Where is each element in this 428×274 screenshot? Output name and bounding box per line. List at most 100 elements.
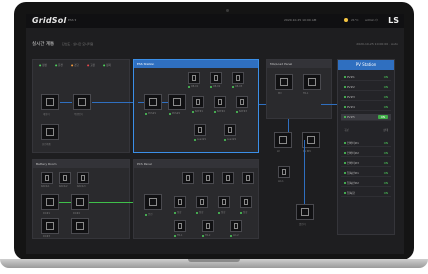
cb-icon[interactable] [232, 72, 244, 84]
dc-panel-icon[interactable] [41, 218, 59, 234]
generator-icon[interactable] [296, 204, 314, 220]
cb-icon[interactable] [188, 72, 200, 84]
pcs-panel[interactable]: PCS Panel 운전 정상 정상 정상 정상 TR-1 TR-2 AC-2 [133, 159, 259, 239]
cb-icon[interactable] [210, 72, 222, 84]
equipment-label: 정상 [240, 210, 247, 214]
mg-load-panel[interactable]: MG/Load Panel MV TR-1 [266, 59, 332, 119]
battery-room-panel[interactable]: Battery Room RACK-1 RACK-2 RACK-3 DC#1 D… [32, 159, 151, 239]
sun-icon [344, 18, 348, 22]
nav-menu[interactable]: ESS ▾ [68, 18, 76, 22]
connector-line [304, 140, 305, 204]
breaker-icon[interactable] [240, 196, 252, 208]
load-icon[interactable] [194, 124, 206, 136]
rack-icon[interactable] [77, 172, 89, 184]
equipment-label: 발전기 [299, 223, 306, 226]
pcs-icon[interactable] [168, 94, 186, 110]
connector-line [321, 104, 337, 105]
legend-item: ● 경고 [71, 64, 79, 67]
switch-icon[interactable] [242, 172, 254, 184]
switch-icon[interactable] [182, 172, 194, 184]
transformer-icon[interactable] [303, 74, 321, 90]
pv-row[interactable]: 접속반#1 ON [341, 170, 391, 177]
pv-row[interactable]: 인버터#2 ON [341, 150, 391, 157]
dc-panel-icon[interactable] [71, 218, 89, 234]
equipment-label: 정상 [174, 210, 181, 214]
app-screen: GridSol ESS ▾ 2020.10.25 10:00 AM 21°C a… [26, 14, 404, 254]
equipment-label: 운전 [145, 212, 152, 216]
equipment-label: BAT#2 [214, 110, 225, 113]
battery-icon[interactable] [192, 96, 204, 108]
equipment-label: CB-03 [232, 85, 242, 88]
panel-title: PCS Panel [137, 162, 152, 166]
pv-row[interactable]: 인버터#1 ON [341, 140, 391, 147]
pv-row[interactable]: 접속반#2 ON [341, 180, 391, 187]
connector-line [259, 104, 266, 105]
pv-row[interactable]: PV#1 ON [341, 74, 391, 81]
equipment-label: TR-2 [202, 234, 210, 237]
equipment-label: 한전계통 [42, 143, 51, 146]
lv-switch-icon[interactable] [274, 132, 292, 148]
panel-title: Battery Room [36, 162, 57, 166]
ac-icon[interactable] [278, 166, 290, 178]
equipment-label: 계량기 [43, 113, 50, 116]
equipment-label: TR-1 [174, 234, 182, 237]
pv-subheader: 구분 상태 [344, 129, 388, 132]
equipment-label: PCS#1 [145, 112, 156, 115]
transformer-icon[interactable] [202, 220, 214, 232]
pv-row[interactable]: 인버터#3 ON [341, 160, 391, 167]
pcs-icon[interactable] [144, 94, 162, 110]
dc-panel-icon[interactable] [71, 194, 89, 210]
equipment-label: MV [278, 92, 282, 95]
page-subtitle: 단선도 · 실시간 모니터링 [62, 42, 94, 46]
grid-panel: ● 정상 ● 운전 ● 경고 ● 고장 ● 정지 계량기 주변압기 한전계통 [32, 59, 142, 153]
load-icon[interactable] [224, 124, 236, 136]
equipment-label: RACK-1 [41, 185, 50, 188]
battery-icon[interactable] [214, 96, 226, 108]
connector-line [162, 102, 168, 103]
meter-icon[interactable] [41, 94, 59, 110]
equipment-label: CB-02 [210, 85, 220, 88]
weather-text: 21°C [351, 18, 359, 22]
breaker-icon[interactable] [196, 196, 208, 208]
equipment-label: DC#1 [43, 212, 51, 215]
app-logo[interactable]: GridSol [32, 16, 66, 25]
equipment-label: RACK-2 [59, 185, 68, 188]
connector-line [288, 119, 289, 132]
page-meta: 2020-10-25 10:00:00 · Auto [356, 42, 398, 46]
connector-line [59, 202, 71, 203]
legend-item: ● 고장 [87, 64, 95, 67]
datetime-text: 2020.10.25 10:00 AM [284, 18, 317, 22]
breaker-icon[interactable] [218, 196, 230, 208]
user-menu[interactable]: admin ⏻ [365, 18, 378, 22]
legend-item: ● 정상 [39, 64, 47, 67]
rack-icon[interactable] [59, 172, 71, 184]
page-title: 실시간 계통 [32, 42, 55, 47]
pv-row[interactable]: PV#4 ON [341, 104, 391, 111]
equipment-label: 정상 [218, 210, 225, 214]
equipment-label: DC#3 [43, 235, 51, 238]
pv-row-selected[interactable]: PV#5 ON [341, 114, 391, 121]
transformer-icon[interactable] [230, 220, 242, 232]
pv-station-title: PV Station [355, 62, 377, 67]
camera-icon [226, 9, 229, 12]
transformer-icon[interactable] [73, 94, 91, 110]
connector-line [138, 102, 144, 103]
battery-icon[interactable] [236, 96, 248, 108]
equipment-label: Load#2 [224, 138, 236, 141]
transformer-icon[interactable] [174, 220, 186, 232]
switch-icon[interactable] [222, 172, 234, 184]
rack-icon[interactable] [41, 172, 53, 184]
pv-row[interactable]: PV#3 ON [341, 94, 391, 101]
switch-icon[interactable] [202, 172, 214, 184]
grid-icon[interactable] [41, 124, 59, 140]
pv-row[interactable]: PV#2 ON [341, 84, 391, 91]
dc-panel-icon[interactable] [41, 194, 59, 210]
equipment-label: LV [277, 150, 280, 153]
breaker-icon[interactable] [174, 196, 186, 208]
pv-row[interactable]: 접속함 ON [341, 190, 391, 197]
pcs-icon[interactable] [144, 194, 162, 210]
legend-item: ● 정지 [103, 64, 111, 67]
laptop-notch [188, 259, 240, 262]
meter-icon[interactable] [275, 74, 293, 90]
ess-station-panel[interactable]: ESS Station CB-01 CB-02 CB-03 PCS#1 PCS#… [133, 59, 259, 153]
